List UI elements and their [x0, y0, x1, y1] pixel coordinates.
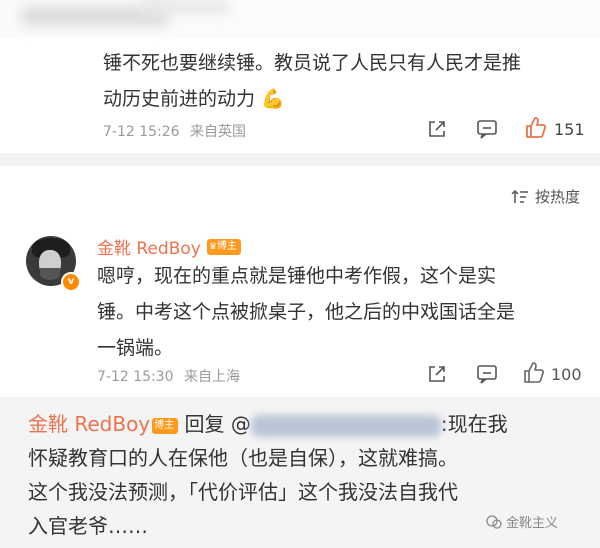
verified-icon: v [61, 272, 81, 292]
reply-username[interactable]: 金靴 RedBoy [28, 412, 150, 436]
comment-line: 一锅端。 [97, 337, 174, 359]
comment-line: 动历史前进的动力 💪 [103, 88, 285, 110]
comment-text: 锤不死也要继续锤。教员说了人民只有人民才是推 动历史前进的动力 💪 [103, 45, 583, 117]
thumbs-up-icon[interactable] [522, 361, 546, 385]
comment-time: 7-12 15:26 [103, 124, 180, 140]
comment-icon[interactable] [476, 364, 498, 384]
reply-line: 金靴 RedBoy 博主 回复 @ :现在我 [28, 407, 588, 441]
comment-icon[interactable] [476, 119, 498, 139]
wechat-channel-icon [486, 514, 502, 529]
comment-time: 7-12 15:30 [97, 369, 174, 385]
blogger-badge: 博主 [152, 418, 179, 434]
comment-username[interactable]: 金靴 RedBoy ♛博主 [97, 234, 241, 259]
watermark-text: 金靴主义 [506, 516, 559, 531]
section-divider [0, 153, 600, 166]
like-count: 100 [551, 365, 582, 384]
comment-line: 锤。中考这个点被掀桌子，他之后的中戏国话全是 [97, 301, 516, 323]
share-icon[interactable] [427, 364, 447, 384]
thumbs-up-icon[interactable] [524, 116, 548, 140]
blurred-username-area [0, 0, 600, 38]
reply-prefix: 回复 @ [184, 412, 251, 436]
comment-meta: 7-12 15:26 来自英国 [103, 121, 246, 141]
comment-source: 来自英国 [190, 124, 247, 140]
sort-by-hot-button[interactable]: 按热度 [511, 186, 580, 207]
comment-line: 锤不死也要继续锤。教员说了人民只有人民才是推 [103, 52, 522, 74]
comment-line: 嗯哼，现在的重点就是锤他中考作假，这个是实 [97, 265, 497, 287]
blogger-badge: ♛博主 [206, 238, 241, 255]
comment-source: 来自上海 [184, 369, 241, 385]
blurred-mention [250, 414, 441, 437]
username-text: 金靴 RedBoy [97, 239, 201, 259]
reply-after-mention: :现在我 [440, 412, 508, 436]
sort-icon [511, 189, 529, 205]
reply-line: 怀疑教育口的人在保他（也是自保），这就难搞。 [28, 446, 458, 470]
like-count: 151 [554, 120, 585, 139]
watermark: 金靴主义 [486, 512, 558, 531]
reply-line: 这个我没法预测，「代价评估」这个我没法自我代 [28, 480, 458, 504]
sort-label: 按热度 [534, 188, 580, 206]
comment-text: 嗯哼，现在的重点就是锤他中考作假，这个是实 锤。中考这个点被掀桌子，他之后的中戏… [97, 258, 587, 366]
flexed-biceps-emoji: 💪 [261, 88, 285, 110]
comment-meta: 7-12 15:30 来自上海 [97, 366, 240, 386]
share-icon[interactable] [427, 119, 447, 139]
